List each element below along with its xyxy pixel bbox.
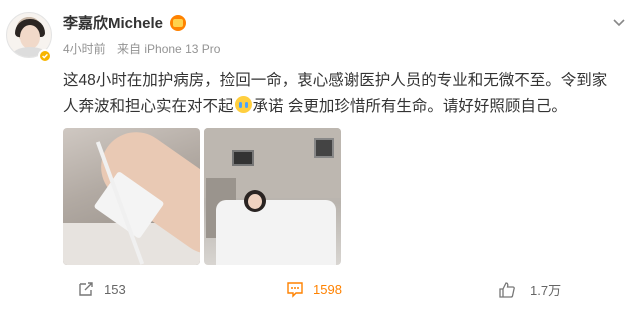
photo-hospital-bed[interactable]	[204, 128, 341, 265]
post-meta: 4小时前 来自 iPhone 13 Pro	[63, 40, 228, 57]
crying-face-icon	[234, 96, 252, 113]
post-time[interactable]: 4小时前	[63, 42, 106, 56]
chevron-down-icon[interactable]	[611, 14, 627, 30]
comment-button[interactable]: 1598	[286, 280, 342, 298]
photo-bed	[216, 200, 336, 265]
photo-monitor	[232, 150, 254, 166]
thumbs-up-icon	[499, 281, 515, 298]
comment-icon	[287, 282, 303, 298]
like-count: 1.7万	[530, 283, 562, 298]
repost-count: 153	[104, 281, 126, 297]
post-source: 来自 iPhone 13 Pro	[117, 42, 221, 56]
photo-arm-iv[interactable]	[63, 128, 200, 265]
like-button[interactable]: 1.7万	[498, 280, 561, 299]
username[interactable]: 李嘉欣Michele	[63, 12, 163, 33]
verified-badge-icon	[38, 49, 52, 63]
comment-count: 1598	[313, 281, 342, 297]
action-bar: 153 1598 1.7万	[0, 280, 641, 310]
vip-icon	[170, 14, 187, 31]
photo-monitor-2	[314, 138, 334, 158]
repost-button[interactable]: 153	[77, 280, 126, 298]
photo-person-face	[248, 194, 262, 209]
post-header: 李嘉欣Michele 4小时前 来自 iPhone 13 Pro	[63, 12, 228, 57]
post-text: 这48小时在加护病房，捡回一命，衷心感谢医护人员的专业和无微不至。令到家人奔波和…	[63, 68, 618, 120]
avatar-face	[20, 25, 40, 49]
repost-icon	[79, 282, 93, 296]
post-text-part-2: 承诺 会更加珍惜所有生命。请好好照顾自己。	[252, 98, 567, 115]
